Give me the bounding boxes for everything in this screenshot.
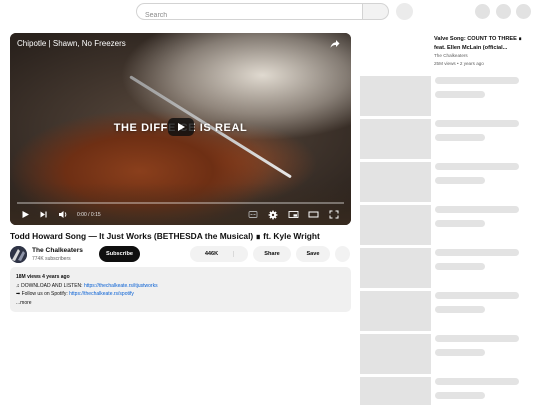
- skeleton-thumbnail: [360, 334, 431, 374]
- recommendation-title[interactable]: Valve Song: COUNT TO THREE ∎ feat. Ellen…: [434, 35, 524, 52]
- miniplayer-button[interactable]: [288, 209, 299, 220]
- youtube-watch-page: Chipotle | Shawn, No Freezers THE DIFFE …: [0, 0, 540, 405]
- time-display: 0:00 / 0:15: [77, 211, 101, 218]
- fullscreen-button[interactable]: [329, 209, 339, 220]
- skeleton-thumbnail: [360, 248, 431, 288]
- skeleton-line: [435, 177, 485, 184]
- next-button[interactable]: [39, 209, 48, 220]
- progress-bar[interactable]: [17, 202, 344, 204]
- view-count-and-date: 18M views 4 years ago: [16, 274, 70, 280]
- subtitles-icon: [248, 211, 258, 218]
- volume-icon: [59, 211, 67, 218]
- theater-mode-button[interactable]: [308, 209, 319, 220]
- show-more-button[interactable]: ...more: [16, 299, 345, 308]
- channel-logo-icon: [10, 246, 27, 263]
- theater-icon: [308, 211, 319, 218]
- skeleton-line: [435, 206, 519, 213]
- recommendation-meta: 25M views • 2 years ago: [434, 61, 484, 66]
- share-button[interactable]: Share: [253, 246, 291, 262]
- fullscreen-icon: [329, 210, 339, 219]
- video-player[interactable]: Chipotle | Shawn, No Freezers THE DIFFE …: [10, 33, 351, 225]
- skeleton-thumbnail: [360, 162, 431, 202]
- save-button[interactable]: Save: [296, 246, 330, 262]
- download-link[interactable]: https://thechalkeate.rs/itjustworks: [84, 283, 158, 289]
- skeleton-thumbnail: [360, 119, 431, 159]
- play-button[interactable]: [21, 209, 30, 220]
- skeleton-line: [435, 292, 519, 299]
- recommendation-thumbnail[interactable]: [362, 33, 430, 71]
- skeleton-line: [435, 220, 485, 227]
- channel-name[interactable]: The Chalkeaters: [32, 247, 83, 254]
- skeleton-line: [435, 378, 519, 385]
- skeleton-thumbnail: [360, 291, 431, 331]
- create-button[interactable]: [475, 4, 490, 19]
- skip-next-icon: [40, 211, 47, 218]
- skeleton-line: [435, 77, 519, 84]
- description-line-download: ♫ DOWNLOAD AND LISTEN: https://thechalke…: [16, 282, 345, 291]
- more-actions-button[interactable]: [335, 246, 350, 262]
- skeleton-thumbnail: [360, 76, 431, 116]
- skeleton-line: [435, 91, 485, 98]
- description-text: ♫ DOWNLOAD AND LISTEN:: [16, 282, 84, 289]
- search-box[interactable]: [136, 3, 363, 23]
- skeleton-line: [435, 335, 519, 342]
- search-input[interactable]: [137, 8, 363, 23]
- skeleton-line: [435, 134, 485, 141]
- share-icon[interactable]: [330, 39, 340, 49]
- subscriber-count: 774K subscribers: [32, 256, 71, 262]
- account-avatar-button[interactable]: [516, 4, 531, 19]
- video-title: Todd Howard Song — It Just Works (BETHES…: [10, 231, 320, 241]
- recommendation-channel[interactable]: The Chalkeaters: [434, 53, 468, 58]
- subtitles-button[interactable]: [248, 209, 258, 220]
- gear-icon: [268, 210, 278, 219]
- miniplayer-icon: [288, 211, 299, 218]
- skeleton-thumbnail: [360, 377, 431, 405]
- skeleton-line: [435, 163, 519, 170]
- search-button[interactable]: [362, 3, 389, 20]
- skeleton-line: [435, 349, 485, 356]
- description-line-spotify: ➡ Follow us on Spotify: https://thechalk…: [16, 290, 345, 299]
- skeleton-line: [435, 263, 485, 270]
- skeleton-line: [435, 120, 519, 127]
- like-dislike-group: 446K: [190, 246, 248, 262]
- like-button[interactable]: 446K: [190, 251, 234, 257]
- skeleton-line: [435, 392, 485, 399]
- description-box[interactable]: 18M views 4 years ago ♫ DOWNLOAD AND LIS…: [10, 267, 351, 312]
- play-icon: [22, 211, 29, 218]
- notifications-button[interactable]: [496, 4, 511, 19]
- large-play-button[interactable]: [168, 118, 194, 136]
- channel-avatar[interactable]: [10, 246, 27, 263]
- mute-button[interactable]: [58, 209, 68, 220]
- description-text: ➡ Follow us on Spotify:: [16, 291, 70, 298]
- player-video-title[interactable]: Chipotle | Shawn, No Freezers: [17, 39, 126, 48]
- spotify-link[interactable]: https://thechalkeate.rs/spotify: [69, 291, 134, 297]
- voice-search-button[interactable]: [396, 3, 413, 20]
- skeleton-thumbnail: [360, 205, 431, 245]
- subscribe-button[interactable]: Subscribe: [99, 246, 140, 262]
- play-icon: [178, 123, 185, 131]
- skeleton-line: [435, 306, 485, 313]
- skeleton-line: [435, 249, 519, 256]
- settings-button[interactable]: [268, 209, 278, 220]
